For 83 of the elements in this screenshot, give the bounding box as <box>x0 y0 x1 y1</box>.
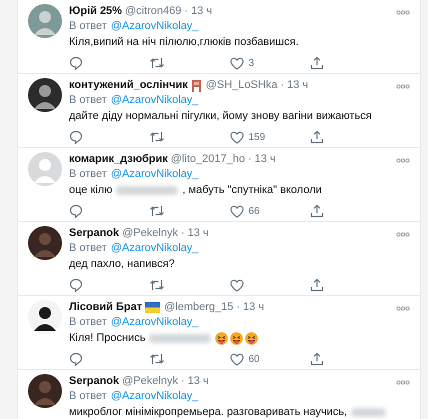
retweet-icon[interactable] <box>149 56 166 70</box>
retweet-icon[interactable] <box>149 278 166 292</box>
mention-link[interactable]: @AzarovNikolay_ <box>110 241 198 256</box>
share-icon[interactable] <box>310 130 324 144</box>
avatar[interactable] <box>28 374 62 408</box>
reply-label: В ответ <box>69 315 107 330</box>
tongue-face-icon <box>230 332 244 344</box>
user-name[interactable]: контужений_ослінчик <box>69 78 188 93</box>
mention-link[interactable]: @AzarovNikolay_ <box>110 389 198 404</box>
reply-label: В ответ <box>69 241 107 256</box>
reply-label: В ответ <box>69 389 107 404</box>
timestamp[interactable]: 13 ч <box>188 374 209 389</box>
blurred-text <box>351 408 386 416</box>
reply-icon[interactable] <box>69 278 83 292</box>
blurred-text <box>116 186 178 194</box>
user-handle[interactable]: @Pekelnyk <box>122 226 178 241</box>
more-icon[interactable] <box>396 232 410 237</box>
reply-icon[interactable] <box>69 56 83 70</box>
separator-dot: · <box>248 152 252 167</box>
mention-link[interactable]: @AzarovNikolay_ <box>110 93 198 108</box>
separator-dot: · <box>236 300 240 315</box>
retweet-icon[interactable] <box>149 204 166 218</box>
share-icon[interactable] <box>310 204 324 218</box>
mention-link[interactable]: @AzarovNikolay_ <box>110 167 198 182</box>
heart-icon[interactable] <box>230 204 244 218</box>
mention-link[interactable]: @AzarovNikolay_ <box>110 315 198 330</box>
heart-icon[interactable] <box>230 352 244 366</box>
tweet-text: дайте діду нормальні пігулки, йому знову вагіни вижаються <box>69 109 372 124</box>
tweet-text: дед пахло, напився? <box>69 257 175 272</box>
like-count: 66 <box>248 206 260 216</box>
reply-icon[interactable] <box>69 204 83 218</box>
tweet-text: микроблог мінімікропремьера. разговаривать научись, <box>69 405 348 419</box>
reply-label: В ответ <box>69 167 107 182</box>
separator-dot: · <box>180 226 185 241</box>
like-count: 159 <box>248 132 266 142</box>
user-handle[interactable]: @citron469 <box>124 4 182 19</box>
heart-icon[interactable] <box>230 56 244 70</box>
share-icon[interactable] <box>310 56 324 70</box>
timestamp[interactable]: 13 ч <box>191 4 212 19</box>
separator-dot: · <box>180 374 185 389</box>
like-count: 3 <box>248 58 254 68</box>
like-count: 60 <box>248 354 260 364</box>
timestamp[interactable]: 13 ч <box>188 226 209 241</box>
tongue-face-icon <box>215 332 228 344</box>
user-name[interactable]: Serpanok <box>69 226 120 241</box>
user-handle[interactable]: @lemberg_15 <box>164 300 234 315</box>
share-icon[interactable] <box>310 352 324 366</box>
more-icon[interactable] <box>396 84 410 89</box>
user-name[interactable]: Serpanok <box>69 374 120 389</box>
timestamp[interactable]: 13 ч <box>254 152 276 167</box>
avatar[interactable] <box>28 226 62 260</box>
tweet-text: , мабуть "спутніка" вкололи <box>182 183 322 198</box>
avatar[interactable] <box>28 300 62 334</box>
more-icon[interactable] <box>396 380 410 385</box>
reply-icon[interactable] <box>69 352 83 366</box>
user-name[interactable]: комарик_дзюбрик <box>69 152 168 167</box>
user-handle[interactable]: @Pekelnyk <box>122 374 178 389</box>
more-icon[interactable] <box>396 158 410 163</box>
tweet-text: Кіля! Проснись <box>69 331 146 346</box>
reply-label: В ответ <box>69 93 107 108</box>
separator-dot: · <box>280 78 284 93</box>
tongue-face-icon <box>245 332 258 344</box>
retweet-icon[interactable] <box>149 130 166 144</box>
reply-label: В ответ <box>69 19 107 34</box>
timestamp[interactable]: 13 ч <box>287 78 308 93</box>
user-handle[interactable]: @SH_LoSHka <box>206 78 278 93</box>
user-handle[interactable]: @lito_2017_ho <box>170 152 245 167</box>
user-name[interactable]: Юрій 25% <box>69 4 122 19</box>
avatar[interactable] <box>28 78 62 112</box>
tweet-text: Кіля,випий на ніч пілюлю,глюків позбавишся. <box>69 35 299 50</box>
heart-icon[interactable] <box>230 278 244 292</box>
tweet-text: оце кілю <box>69 183 112 198</box>
more-icon[interactable] <box>396 10 410 15</box>
timestamp[interactable]: 13 ч <box>243 300 264 315</box>
mention-link[interactable]: @AzarovNikolay_ <box>110 19 198 34</box>
user-name[interactable]: Лісовий Брат <box>69 300 142 315</box>
share-icon[interactable] <box>310 278 324 292</box>
heart-icon[interactable] <box>230 130 244 144</box>
separator-dot: · <box>184 4 188 19</box>
blurred-text <box>149 334 212 342</box>
retweet-icon[interactable] <box>149 352 166 366</box>
more-icon[interactable] <box>396 306 410 311</box>
reply-icon[interactable] <box>69 130 83 144</box>
